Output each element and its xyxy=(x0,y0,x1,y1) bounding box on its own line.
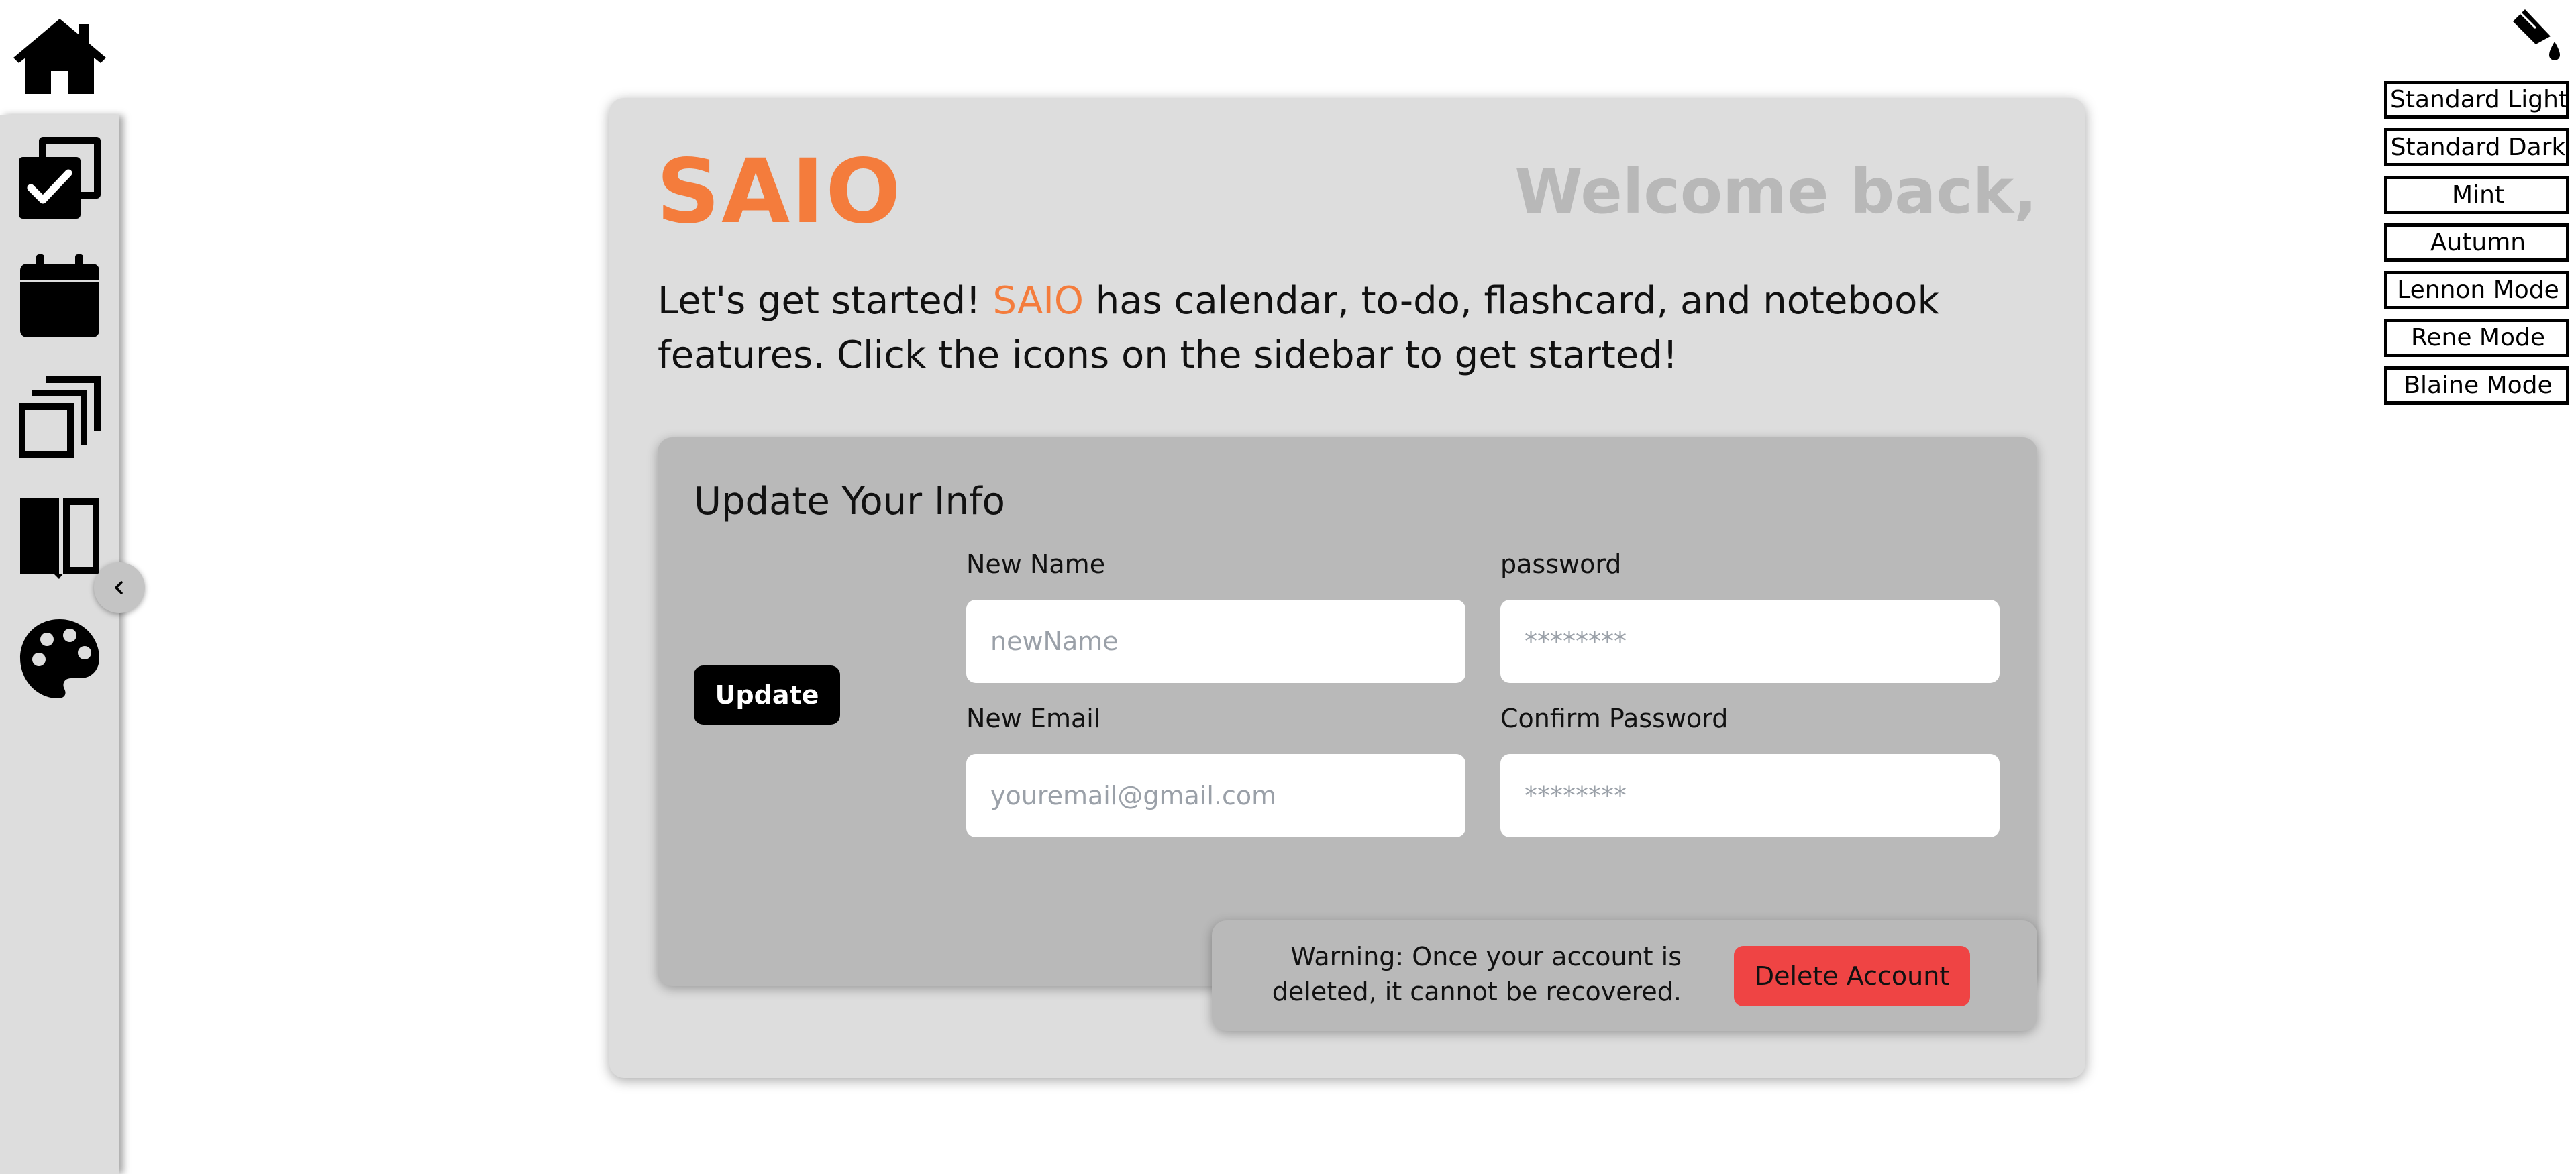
brand-title: SAIO xyxy=(656,140,903,244)
password-label: password xyxy=(1500,549,1622,579)
theme-option-blaine-mode[interactable]: Blaine Mode xyxy=(2384,366,2569,405)
theme-list: Standard Light Standard Dark Mint Autumn… xyxy=(2384,81,2569,414)
intro-brand: SAIO xyxy=(992,279,1084,323)
update-button[interactable]: Update xyxy=(694,665,840,725)
confirm-password-input[interactable] xyxy=(1500,754,2000,837)
calendar-icon xyxy=(20,254,99,337)
sidebar-item-calendar[interactable] xyxy=(16,253,103,340)
update-info-title: Update Your Info xyxy=(694,480,1005,523)
sidebar xyxy=(0,115,119,1174)
flashcards-icon xyxy=(19,376,101,458)
palette-icon xyxy=(20,619,99,698)
intro-text: Let's get started! SAIO has calendar, to… xyxy=(658,274,2053,382)
confirm-password-label: Confirm Password xyxy=(1500,704,1729,733)
checklist-icon xyxy=(19,137,101,219)
theme-option-mint[interactable]: Mint xyxy=(2384,176,2569,214)
password-input[interactable] xyxy=(1500,600,2000,683)
update-info-panel: Update Your Info Update New Name passwor… xyxy=(658,437,2037,986)
theme-option-standard-light[interactable]: Standard Light xyxy=(2384,81,2569,119)
sidebar-item-todo[interactable] xyxy=(16,134,103,221)
paint-bucket-graphic xyxy=(2513,9,2560,60)
theme-option-standard-dark[interactable]: Standard Dark xyxy=(2384,128,2569,166)
new-email-label: New Email xyxy=(966,704,1101,733)
welcome-message: Welcome back, xyxy=(1514,156,2037,227)
home-icon-graphic xyxy=(13,19,106,94)
notebook-icon xyxy=(20,498,99,579)
sidebar-item-notebook[interactable] xyxy=(16,494,103,582)
delete-warning-text: Warning: Once your account is deleted, i… xyxy=(1272,942,1682,1006)
theme-option-rene-mode[interactable]: Rene Mode xyxy=(2384,319,2569,357)
paint-bucket-icon[interactable] xyxy=(2506,7,2563,62)
new-name-input[interactable] xyxy=(966,600,1465,683)
new-email-input[interactable] xyxy=(966,754,1465,837)
sidebar-item-flashcards[interactable] xyxy=(16,374,103,461)
home-icon[interactable] xyxy=(9,15,110,98)
new-name-label: New Name xyxy=(966,549,1106,579)
theme-option-autumn[interactable]: Autumn xyxy=(2384,223,2569,262)
chevron-left-icon xyxy=(115,581,123,594)
intro-text-start: Let's get started! xyxy=(658,279,993,323)
delete-account-button[interactable]: Delete Account xyxy=(1734,946,1970,1006)
theme-option-lennon-mode[interactable]: Lennon Mode xyxy=(2384,271,2569,309)
delete-account-panel: Warning: Once your account is deleted, i… xyxy=(1212,920,2037,1031)
main-card: SAIO Welcome back, Let's get started! SA… xyxy=(609,98,2085,1078)
sidebar-item-theme[interactable] xyxy=(16,615,103,702)
sidebar-collapse-button[interactable] xyxy=(94,562,145,613)
